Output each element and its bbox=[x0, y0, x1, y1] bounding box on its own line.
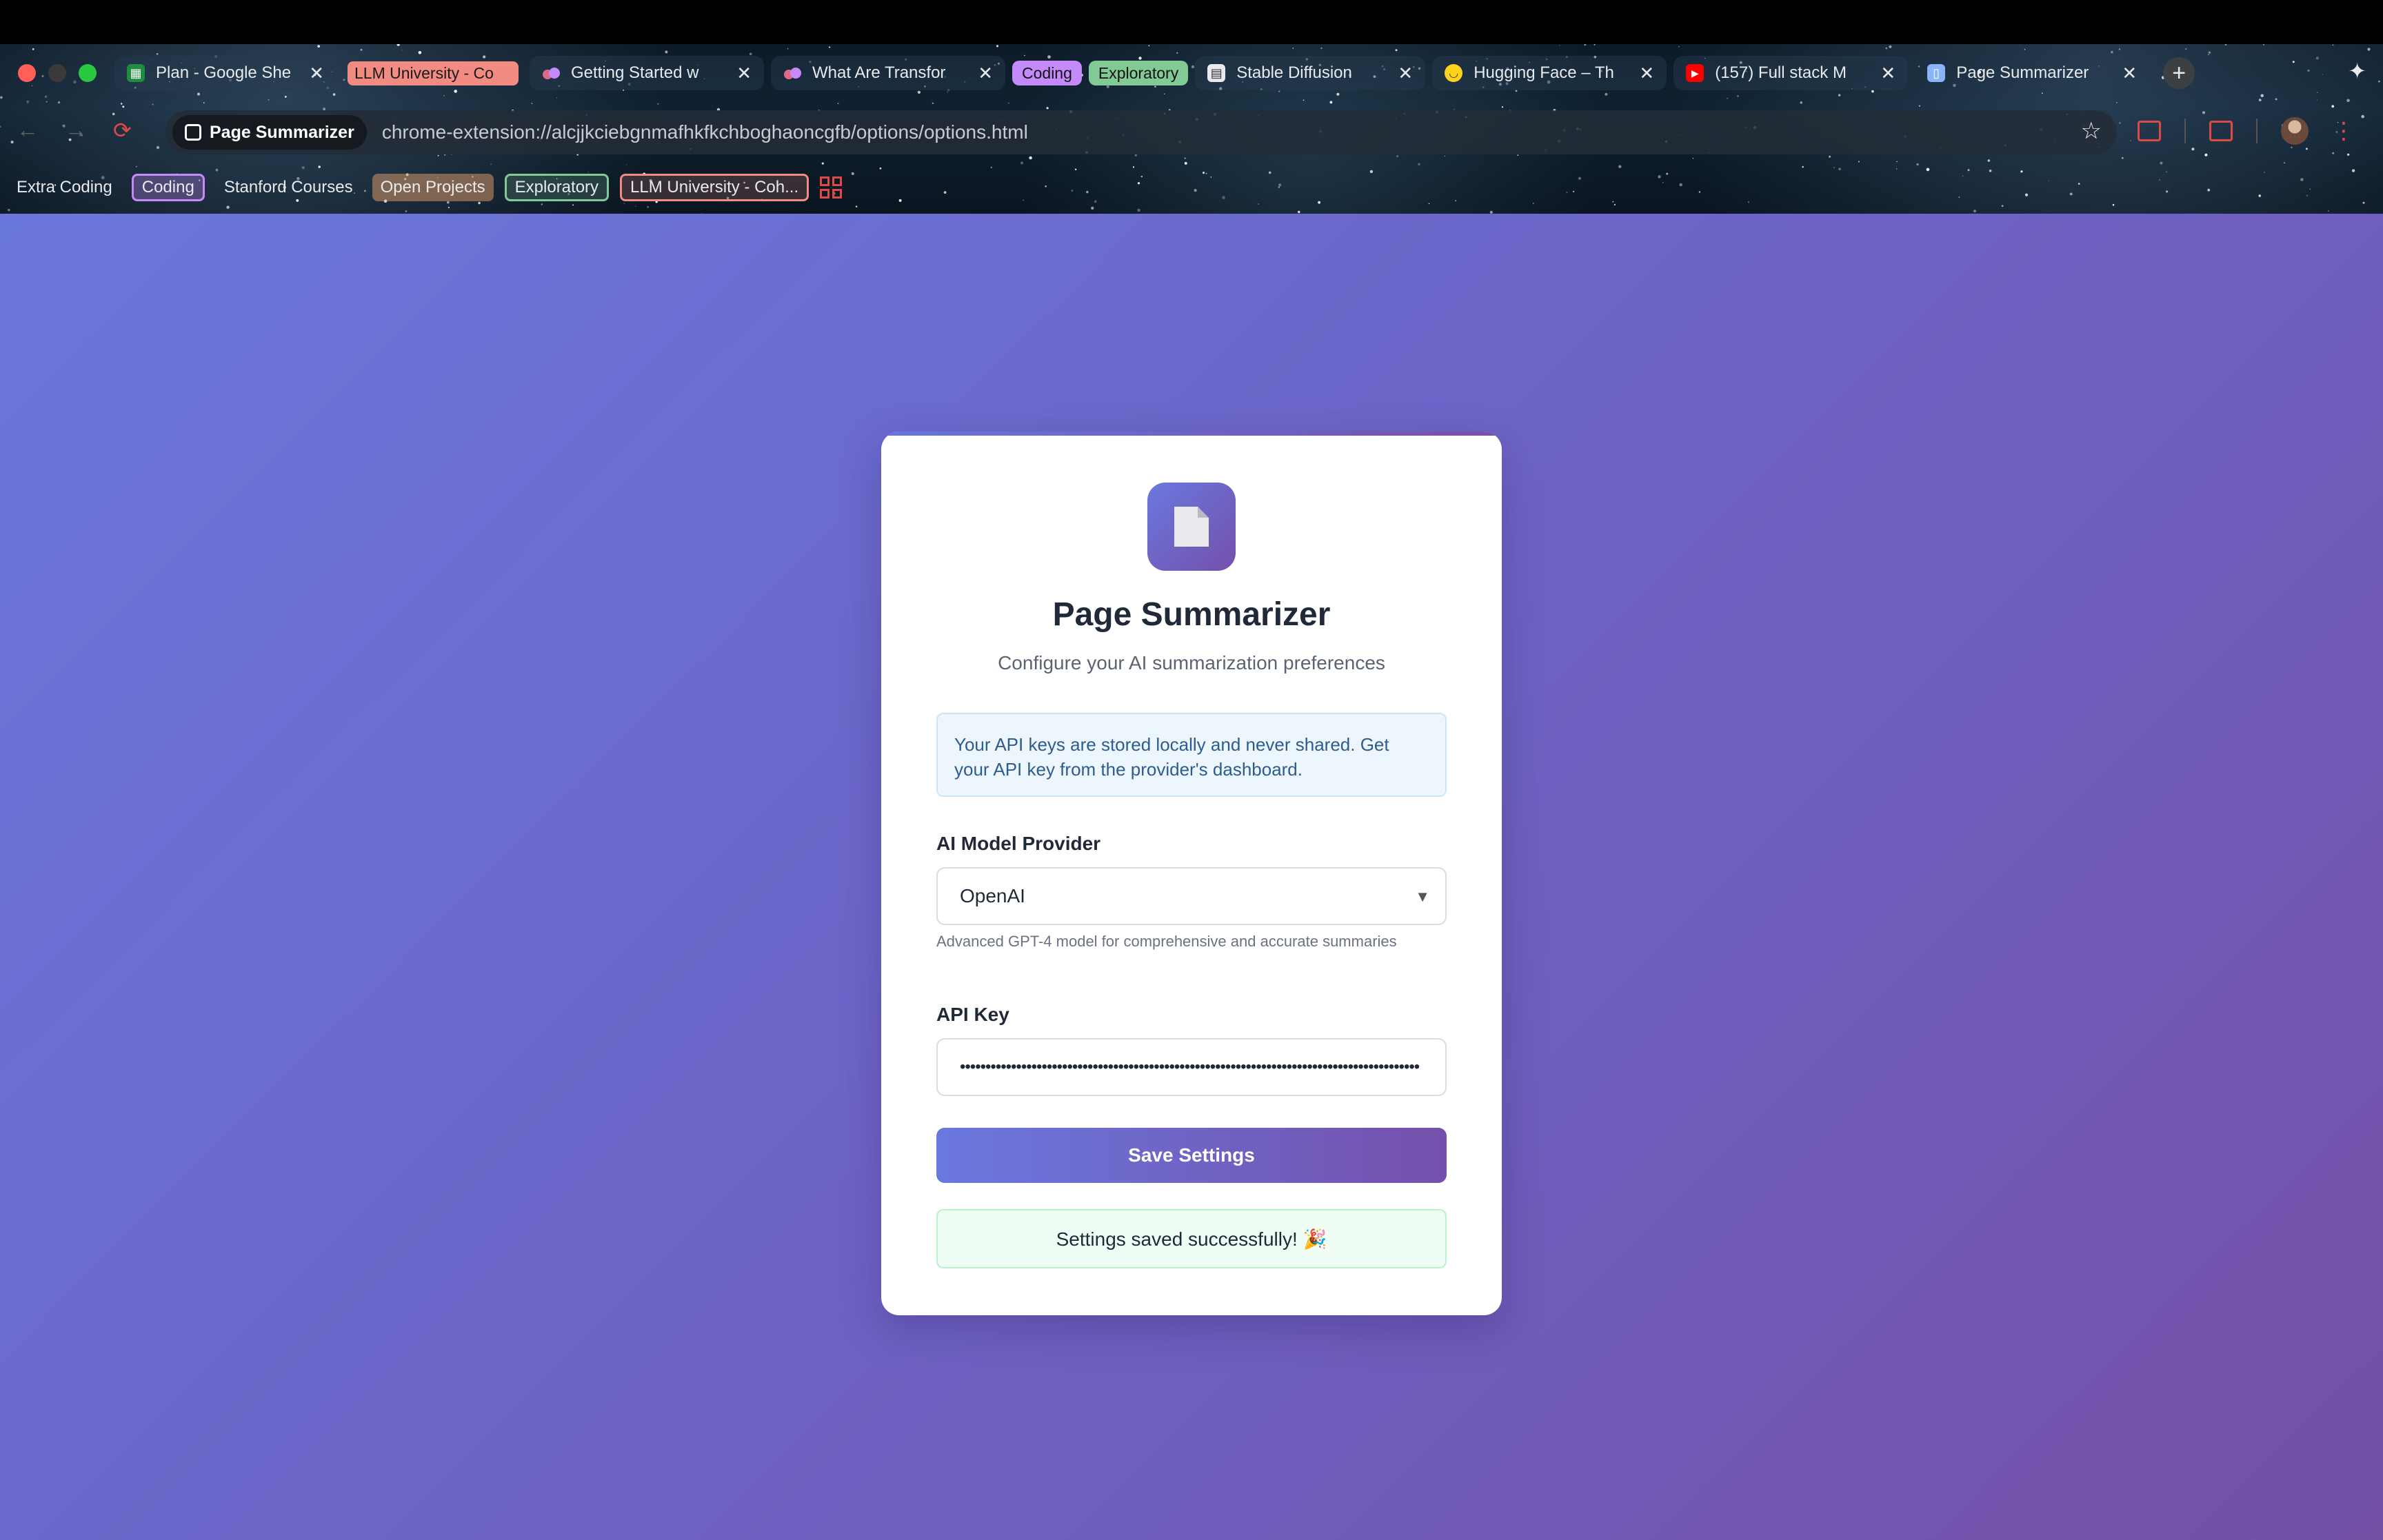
tab-plan-google-sheets[interactable]: ▦ Plan - Google She ✕ bbox=[114, 56, 336, 90]
tab-label: LLM University - Co bbox=[348, 61, 519, 85]
site-chip-label: Page Summarizer bbox=[210, 122, 354, 142]
doc-icon: ▤ bbox=[1207, 64, 1226, 82]
tab-llm-university[interactable]: LLM University - Co bbox=[343, 56, 523, 90]
provider-select[interactable]: OpenAI ▼ bbox=[936, 867, 1447, 925]
extension-toolbar: ⋮ bbox=[2138, 117, 2355, 145]
success-message: Settings saved successfully! 🎉 bbox=[936, 1209, 1447, 1268]
youtube-icon: ▶ bbox=[1686, 64, 1705, 82]
tab-hugging-face[interactable]: ◡ Hugging Face – Th ✕ bbox=[1432, 56, 1667, 90]
api-key-info-notice: Your API keys are stored locally and nev… bbox=[936, 713, 1447, 797]
tab-group-exploratory[interactable]: Exploratory bbox=[1088, 61, 1189, 85]
tab-getting-started[interactable]: Getting Started w ✕ bbox=[530, 56, 764, 90]
browser-chrome: ▦ Plan - Google She ✕ LLM University - C… bbox=[0, 0, 2383, 214]
tab-full-stack[interactable]: ▶ (157) Full stack M ✕ bbox=[1673, 56, 1909, 90]
reload-icon[interactable]: ⟳ bbox=[113, 117, 132, 143]
tab-what-are-transformers[interactable]: What Are Transfor ✕ bbox=[771, 56, 1005, 90]
hugging-face-icon: ◡ bbox=[1445, 64, 1463, 82]
tab-label: (157) Full stack M bbox=[1715, 63, 1847, 82]
forward-arrow-icon[interactable]: → bbox=[65, 117, 87, 143]
bookmark-star-icon[interactable]: ☆ bbox=[2081, 117, 2102, 145]
cohere-icon bbox=[542, 64, 560, 82]
app-logo bbox=[1147, 483, 1236, 571]
api-key-input[interactable]: ••••••••••••••••••••••••••••••••••••••••… bbox=[936, 1038, 1447, 1096]
tab-label: Stable Diffusion bbox=[1236, 63, 1352, 82]
more-menu-icon[interactable]: ⋮ bbox=[2332, 117, 2355, 145]
provider-selected-value: OpenAI bbox=[960, 885, 1025, 906]
tab-strip: ▦ Plan - Google She ✕ LLM University - C… bbox=[0, 52, 2383, 94]
bookmark-open-projects[interactable]: Open Projects bbox=[372, 174, 494, 201]
bookmark-coding[interactable]: Coding bbox=[131, 174, 205, 201]
provider-help-text: Advanced GPT-4 model for comprehensive a… bbox=[936, 933, 1397, 950]
sparkle-icon[interactable]: ✦ bbox=[2348, 58, 2366, 84]
tab-label: What Are Transfor bbox=[812, 63, 946, 82]
cast-icon[interactable] bbox=[2209, 121, 2233, 141]
navigation-controls: ← → ⟳ bbox=[17, 117, 132, 143]
maximize-window-button[interactable] bbox=[79, 64, 97, 82]
chevron-down-icon: ▼ bbox=[1415, 888, 1430, 905]
bookmark-llm-university[interactable]: LLM University - Coh... bbox=[620, 174, 810, 201]
close-tab-icon[interactable]: ✕ bbox=[309, 63, 324, 84]
site-info-chip[interactable]: Page Summarizer bbox=[172, 115, 367, 150]
api-key-label: API Key bbox=[936, 1004, 1009, 1025]
bookmarks-bar: Extra Coding Coding Stanford Courses Ope… bbox=[8, 174, 843, 201]
extension-puzzle-icon bbox=[185, 124, 201, 141]
close-tab-icon[interactable]: ✕ bbox=[1880, 63, 1896, 84]
close-tab-icon[interactable]: ✕ bbox=[2122, 63, 2137, 84]
cohere-icon bbox=[783, 64, 801, 82]
close-tab-icon[interactable]: ✕ bbox=[1398, 63, 1413, 84]
provider-label: AI Model Provider bbox=[936, 833, 1101, 854]
address-bar[interactable]: Page Summarizer chrome-extension://alcjj… bbox=[165, 110, 2117, 154]
close-tab-icon[interactable]: ✕ bbox=[1639, 63, 1654, 84]
minimize-window-button[interactable] bbox=[48, 64, 66, 82]
close-window-button[interactable] bbox=[18, 64, 36, 82]
toolbar-separator bbox=[2184, 119, 2186, 143]
bookmark-stanford-courses[interactable]: Stanford Courses bbox=[216, 174, 361, 201]
profile-avatar[interactable] bbox=[2281, 117, 2309, 145]
close-tab-icon[interactable]: ✕ bbox=[978, 63, 993, 84]
extension-icon: ▯ bbox=[1927, 64, 1946, 82]
back-arrow-icon[interactable]: ← bbox=[17, 117, 39, 143]
tab-page-summarizer[interactable]: ▯ Page Summarizer ✕ bbox=[1915, 56, 2149, 90]
page-subtitle: Configure your AI summarization preferen… bbox=[998, 652, 1385, 673]
document-icon bbox=[1174, 507, 1209, 547]
card-accent-line bbox=[881, 432, 1502, 436]
tab-label: Plan - Google She bbox=[156, 63, 292, 82]
screen-capture-icon[interactable] bbox=[2138, 121, 2161, 141]
url-text[interactable]: chrome-extension://alcjjkciebgnmafhkfkch… bbox=[382, 121, 1028, 143]
window-controls bbox=[18, 64, 97, 82]
save-settings-button[interactable]: Save Settings bbox=[936, 1128, 1447, 1183]
tab-label: Hugging Face – Th bbox=[1474, 63, 1614, 82]
apps-grid-icon[interactable] bbox=[820, 176, 843, 199]
tab-label: Page Summarizer bbox=[1956, 63, 2089, 82]
tab-label: Getting Started w bbox=[571, 63, 699, 82]
toolbar-separator bbox=[2256, 119, 2258, 143]
bookmark-exploratory[interactable]: Exploratory bbox=[504, 174, 610, 201]
sheets-icon: ▦ bbox=[127, 64, 145, 82]
tab-stable-diffusion[interactable]: ▤ Stable Diffusion ✕ bbox=[1195, 56, 1426, 90]
page-title: Page Summarizer bbox=[1052, 596, 1331, 633]
close-tab-icon[interactable]: ✕ bbox=[736, 63, 752, 84]
toolbar: ← → ⟳ Page Summarizer chrome-extension:/… bbox=[0, 109, 2383, 157]
new-tab-button[interactable]: + bbox=[2163, 57, 2195, 89]
tab-group-coding[interactable]: Coding bbox=[1012, 61, 1082, 85]
menu-bar bbox=[0, 0, 2383, 44]
bookmark-extra-coding[interactable]: Extra Coding bbox=[8, 174, 121, 201]
settings-card: Page Summarizer Configure your AI summar… bbox=[881, 432, 1502, 1315]
options-page: Page Summarizer Configure your AI summar… bbox=[0, 214, 2383, 1540]
